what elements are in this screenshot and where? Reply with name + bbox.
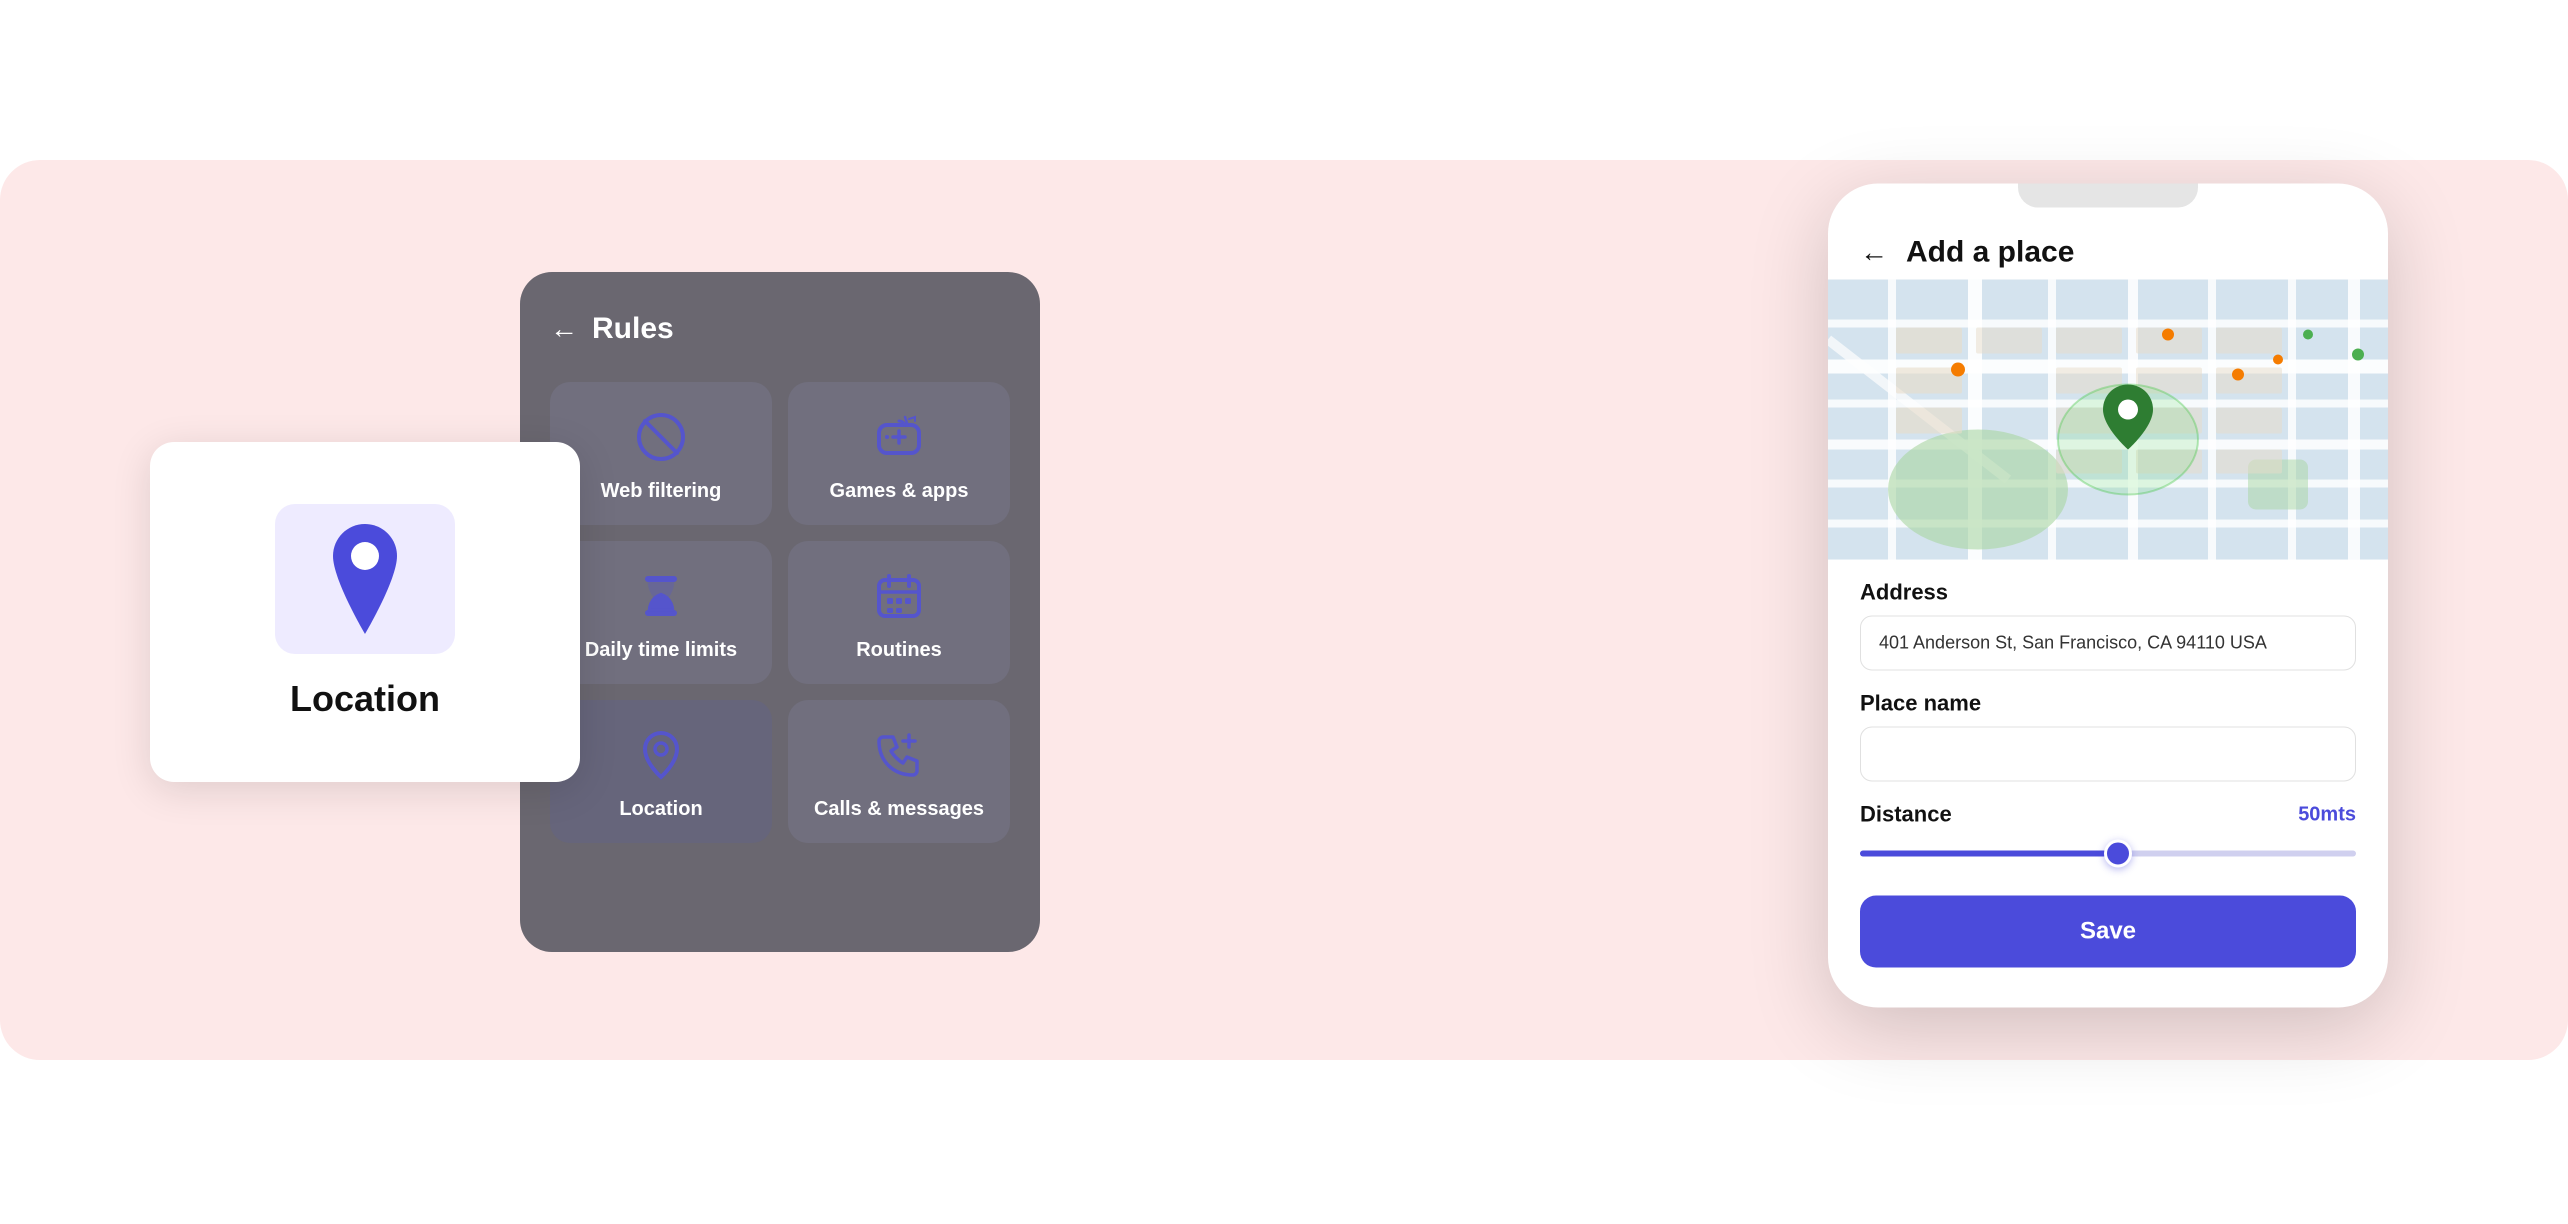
rule-label-games-apps: Games & apps — [830, 480, 969, 503]
phone-notch — [2018, 184, 2198, 208]
rule-item-games-apps[interactable]: Games & apps — [788, 382, 1010, 525]
rule-item-calls-messages[interactable]: Calls & messages — [788, 700, 1010, 843]
address-label: Address — [1860, 580, 2356, 606]
distance-row: Distance 50mts — [1860, 802, 2356, 828]
rule-item-daily-time-limits[interactable]: Daily time limits — [550, 541, 772, 684]
left-section: Location ← Rules Web filtering — [150, 272, 1040, 952]
distance-value: 50mts — [2298, 803, 2356, 826]
phone-back-button[interactable]: ← — [1860, 237, 1888, 269]
rule-item-routines[interactable]: Routines — [788, 541, 1010, 684]
save-button[interactable]: Save — [1860, 896, 2356, 968]
phone-title: Add a place — [1906, 236, 2074, 270]
rules-panel: ← Rules Web filtering — [520, 272, 1040, 952]
games-icon — [872, 410, 926, 464]
map-background — [1828, 280, 2388, 560]
distance-slider[interactable] — [1860, 836, 2356, 872]
location-rule-icon — [634, 728, 688, 782]
phone-header: ← Add a place — [1828, 208, 2388, 280]
phone-form: Address Place name Distance 50mts Save — [1828, 560, 2388, 988]
phone-mockup: ← Add a place — [1828, 184, 2388, 1008]
rule-item-location[interactable]: Location — [550, 700, 772, 843]
address-input[interactable] — [1860, 616, 2356, 671]
rule-label-calls-messages: Calls & messages — [814, 798, 984, 821]
distance-label: Distance — [1860, 802, 1952, 828]
location-card[interactable]: Location — [150, 442, 580, 782]
hourglass-icon — [634, 569, 688, 623]
rules-grid: Web filtering — [550, 382, 1010, 843]
ban-icon — [634, 410, 688, 464]
phone-plus-icon — [872, 728, 926, 782]
rules-back-button[interactable]: ← — [550, 313, 578, 345]
rules-header: ← Rules — [550, 312, 1010, 346]
rules-panel-title: Rules — [592, 312, 674, 346]
slider-thumb[interactable] — [2104, 840, 2132, 868]
rule-label-daily-time-limits: Daily time limits — [585, 639, 737, 662]
place-name-input[interactable] — [1860, 727, 2356, 782]
rule-label-routines: Routines — [856, 639, 942, 662]
calendar-icon — [872, 569, 926, 623]
place-name-label: Place name — [1860, 691, 2356, 717]
location-card-label: Location — [290, 678, 440, 720]
scene: Location ← Rules Web filtering — [0, 0, 2568, 1224]
location-icon-bg — [275, 504, 455, 654]
location-pin-icon — [320, 524, 410, 634]
map-svg — [1828, 280, 2388, 560]
slider-fill — [1860, 851, 2118, 857]
map-area[interactable] — [1828, 280, 2388, 560]
rule-label-location: Location — [619, 798, 702, 821]
rule-item-web-filtering[interactable]: Web filtering — [550, 382, 772, 525]
rule-label-web-filtering: Web filtering — [601, 480, 722, 503]
